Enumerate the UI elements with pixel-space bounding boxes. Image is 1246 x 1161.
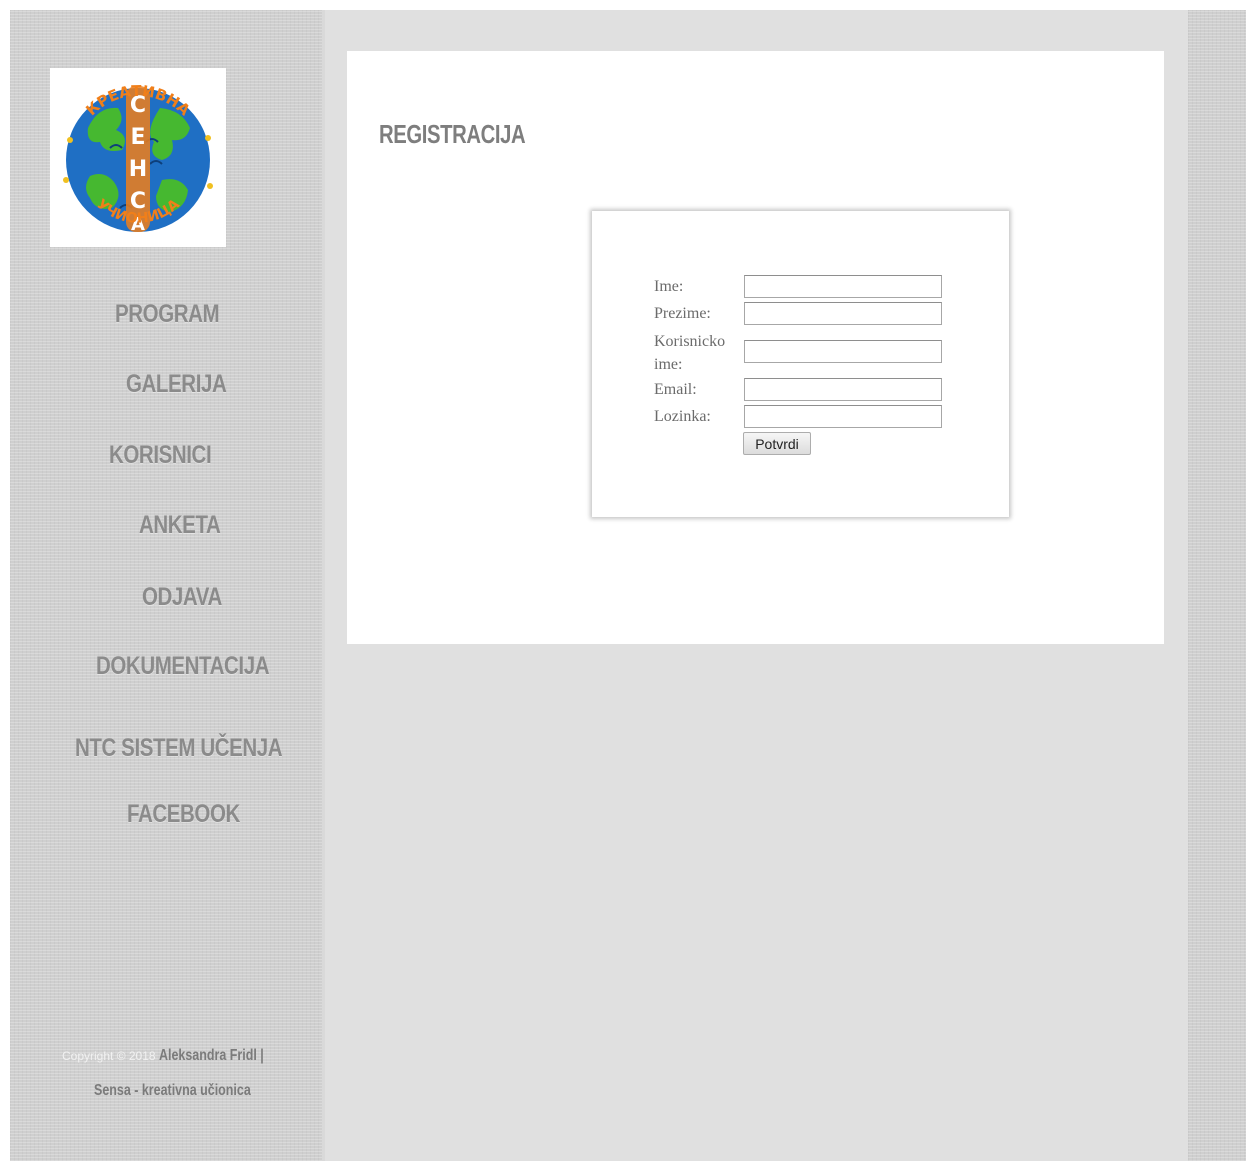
input-lozinka[interactable] xyxy=(744,405,942,428)
label-korisnicko-ime: Korisnicko ime: xyxy=(654,333,726,373)
footer-copyright: Copyright © 2018 xyxy=(62,1049,159,1063)
input-korisnicko-ime[interactable] xyxy=(744,340,942,363)
submit-button[interactable]: Potvrdi xyxy=(743,432,811,455)
logo-letter-e: Е xyxy=(130,125,145,150)
globe-brain-logo-icon: С Е Н С А КРЕАТИВНА УЧИОНИЦА xyxy=(63,82,213,235)
nav-korisnici[interactable]: KORISNICI xyxy=(109,441,212,470)
page-title: REGISTRACIJA xyxy=(379,119,526,149)
input-ime[interactable] xyxy=(744,275,942,298)
nav-program[interactable]: PROGRAM xyxy=(115,300,220,329)
footer-author: Aleksandra Fridl | xyxy=(158,1047,264,1064)
logo-letter-n: Н xyxy=(129,157,147,182)
label-prezime: Prezime: xyxy=(654,305,711,322)
label-lozinka: Lozinka: xyxy=(654,408,711,425)
logo-letter-s2: С xyxy=(130,189,146,214)
right-decor-strip xyxy=(1188,10,1246,1161)
input-email[interactable] xyxy=(744,378,942,401)
nav-odjava[interactable]: ODJAVA xyxy=(142,583,222,612)
nav-galerija[interactable]: GALERIJA xyxy=(126,370,227,399)
label-email: Email: xyxy=(654,381,697,398)
nav-ntc-sistem-ucenja[interactable]: NTC SISTEM UČENJA xyxy=(75,734,283,763)
label-ime: Ime: xyxy=(654,278,684,295)
site-logo[interactable]: С Е Н С А КРЕАТИВНА УЧИОНИЦА xyxy=(50,68,226,247)
nav-anketa[interactable]: ANKETA xyxy=(139,511,221,540)
nav-facebook[interactable]: FACEBOOK xyxy=(127,800,240,829)
nav-dokumentacija[interactable]: DOKUMENTACIJA xyxy=(96,652,270,681)
footer-copyright-line: Copyright © 2018 Aleksandra Fridl | xyxy=(62,1047,293,1065)
input-prezime[interactable] xyxy=(744,302,942,325)
footer-site-name: Sensa - kreativna učionica xyxy=(94,1082,251,1099)
